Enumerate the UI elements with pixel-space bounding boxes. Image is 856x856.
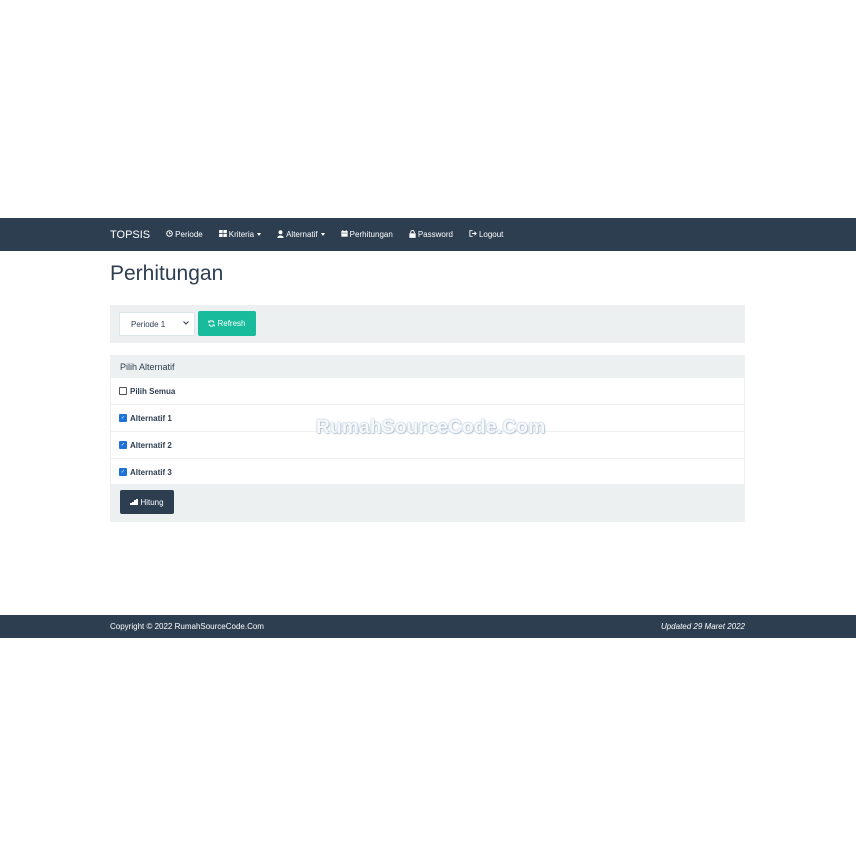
navbar: TOPSIS Periode Kriteria Alternatif Perhi…	[0, 218, 856, 251]
hitung-button[interactable]: Hitung	[120, 490, 174, 514]
alternatif-label[interactable]: Alternatif 2	[130, 441, 172, 450]
navbar-brand[interactable]: TOPSIS	[110, 229, 150, 241]
chevron-down-icon	[320, 233, 325, 236]
nav-item-perhitungan[interactable]: Perhitungan	[341, 230, 393, 239]
signal-bars-icon	[130, 499, 138, 505]
chevron-down-icon	[183, 321, 189, 327]
alternatif-label[interactable]: Alternatif 1	[130, 414, 172, 423]
hitung-button-label: Hitung	[140, 497, 164, 507]
grid-icon	[218, 230, 227, 239]
nav-item-logout[interactable]: Logout	[469, 230, 503, 239]
user-icon	[277, 229, 284, 240]
navbar-inner: TOPSIS Periode Kriteria Alternatif Perhi…	[110, 218, 519, 251]
periode-select[interactable]: Periode 1	[119, 312, 195, 336]
periode-select-value: Periode 1	[131, 319, 166, 329]
select-all-label[interactable]: Pilih Semua	[130, 387, 175, 396]
clock-icon	[166, 230, 173, 239]
nav-item-label: Logout	[478, 230, 504, 239]
panel-footer: Hitung	[111, 484, 744, 521]
watermark: RumahSourceCode.Com	[316, 417, 546, 438]
footer-updated: Updated 29 Maret 2022	[660, 622, 745, 631]
select-all-checkbox[interactable]	[119, 387, 127, 395]
nav-item-password[interactable]: Password	[409, 229, 453, 240]
filter-form: Periode 1 Refresh	[110, 305, 745, 343]
nav-item-label: Kriteria	[228, 230, 255, 239]
nav-item-label: Password	[417, 230, 453, 239]
lock-icon	[409, 229, 416, 240]
refresh-button[interactable]: Refresh	[198, 311, 256, 336]
alternatif-1-checkbox[interactable]: ✓	[119, 414, 127, 422]
logout-icon	[469, 230, 477, 239]
nav-item-alternatif[interactable]: Alternatif	[277, 229, 325, 240]
nav-item-label: Periode	[175, 230, 203, 239]
nav-item-kriteria[interactable]: Kriteria	[218, 230, 262, 239]
page-title: Perhitungan	[110, 262, 224, 285]
calendar-icon	[341, 230, 348, 239]
alternatif-3-checkbox[interactable]: ✓	[119, 468, 127, 476]
refresh-button-label: Refresh	[217, 319, 246, 328]
panel-heading: Pilih Alternatif	[111, 356, 744, 378]
refresh-icon	[208, 320, 216, 327]
list-item[interactable]: ✓ Alternatif 3	[111, 459, 744, 485]
nav-item-label: Perhitungan	[349, 230, 393, 239]
alternatif-label[interactable]: Alternatif 3	[130, 468, 172, 477]
nav-item-label: Alternatif	[286, 230, 318, 239]
select-all-row[interactable]: Pilih Semua	[111, 378, 744, 405]
nav-item-periode[interactable]: Periode	[166, 230, 203, 239]
footer-copyright: Copyright © 2022 RumahSourceCode.Com	[110, 622, 264, 631]
alternatif-2-checkbox[interactable]: ✓	[119, 441, 127, 449]
chevron-down-icon	[257, 233, 262, 236]
page-footer: Copyright © 2022 RumahSourceCode.Com Upd…	[0, 615, 856, 638]
